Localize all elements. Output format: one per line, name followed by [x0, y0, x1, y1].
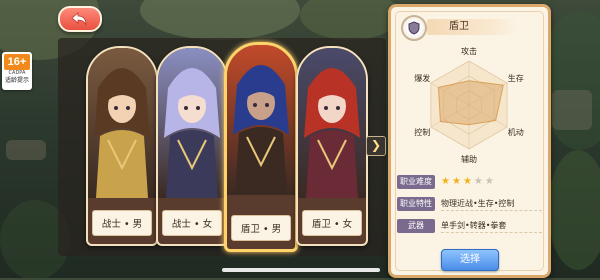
- age-rating-org: CADPA: [8, 70, 26, 76]
- radar-axis-label: 机动: [508, 127, 524, 137]
- class-title: 盾卫: [449, 21, 469, 32]
- next-page-button[interactable]: ❯: [366, 136, 386, 156]
- difficulty-row: 职业难度 ★ ★ ★ ★ ★: [397, 175, 542, 189]
- star-icon: ★: [451, 176, 461, 187]
- character-card-warrior-female[interactable]: 战士 • 女: [156, 46, 228, 246]
- select-button[interactable]: 选择: [441, 249, 499, 271]
- home-indicator: [222, 268, 380, 272]
- back-arrow-icon: [71, 12, 87, 26]
- character-card-label: 盾卫 • 女: [302, 210, 362, 236]
- radar-axis-label: 生存: [508, 73, 524, 83]
- radar-axis-label: 控制: [414, 127, 430, 137]
- weapon-label: 武器: [397, 219, 435, 233]
- character-card-warrior-male[interactable]: 战士 • 男: [86, 46, 158, 246]
- trait-label: 职业特性: [397, 197, 435, 211]
- star-icon: ★: [462, 176, 472, 187]
- radar-axis-label: 爆发: [414, 73, 430, 83]
- star-icon: ★: [484, 176, 494, 187]
- character-card-guardian-female[interactable]: 盾卫 • 女: [296, 46, 368, 246]
- class-radar-chart: 攻击生存机动辅助 控制 爆发: [414, 46, 524, 164]
- weapon-value: 单手剑•转器•拳套: [441, 219, 542, 233]
- star-icon: ★: [473, 176, 483, 187]
- trait-value: 物理近战•生存•控制: [441, 197, 542, 211]
- class-title-bar: [427, 19, 519, 35]
- difficulty-label: 职业难度: [397, 175, 435, 189]
- age-rating-badge: 16+ CADPA 适龄提示: [2, 52, 32, 90]
- character-card-label: 战士 • 男: [92, 210, 152, 236]
- age-rating-tip: 适龄提示: [4, 77, 29, 84]
- radar-axis-label: 辅助: [461, 154, 477, 164]
- trait-row: 职业特性 物理近战•生存•控制: [397, 197, 542, 211]
- character-card-label: 战士 • 女: [162, 210, 222, 236]
- weapon-row: 武器 单手剑•转器•拳套: [397, 219, 542, 233]
- class-info-panel: 盾卫 攻击 生存 机动 辅助 控制 爆发 职业难度 ★ ★ ★ ★ ★ 职业特性 物理近战•生存•…: [388, 4, 551, 278]
- character-portrait: [227, 45, 295, 195]
- back-button[interactable]: [58, 6, 102, 32]
- radar-value-area: [437, 80, 504, 126]
- character-card-guardian-male[interactable]: 盾卫 • 男: [224, 42, 298, 252]
- character-portrait: [158, 48, 226, 198]
- character-card-label: 盾卫 • 男: [231, 215, 291, 241]
- character-portrait: [298, 48, 366, 198]
- age-rating: 16+: [4, 54, 30, 70]
- chevron-right-icon: ❯: [370, 138, 382, 152]
- difficulty-stars: ★ ★ ★ ★ ★: [441, 176, 494, 188]
- radar-axis-label: 攻击: [461, 46, 477, 56]
- star-icon: ★: [441, 176, 450, 187]
- shield-icon: [401, 15, 427, 41]
- character-portrait: [88, 48, 156, 198]
